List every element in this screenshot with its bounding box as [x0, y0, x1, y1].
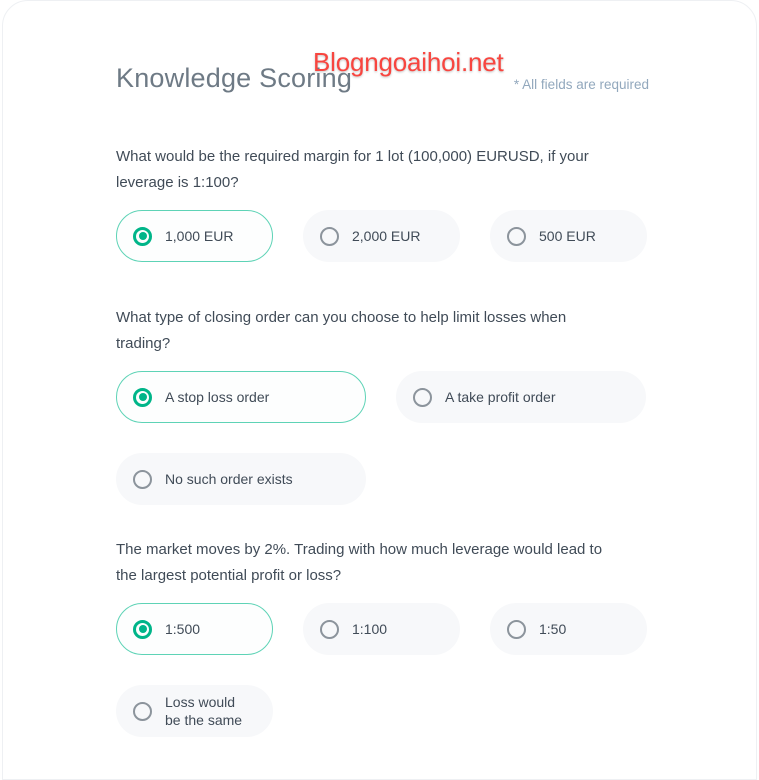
option-1-2[interactable]: 2,000 EUR — [303, 210, 460, 262]
question-text-2: What type of closing order can you choos… — [116, 309, 567, 352]
option-3-4[interactable]: Loss would be the same — [116, 685, 273, 737]
options-row-1: 1,000 EUR 2,000 EUR 500 EUR — [116, 210, 656, 262]
option-1-1[interactable]: 1,000 EUR — [116, 210, 273, 262]
option-label: 1,000 EUR — [165, 228, 234, 244]
option-label: 1:100 — [352, 621, 388, 637]
required-fields-note: * All fields are required — [513, 77, 649, 92]
question-block-3: The market moves by 2%. Trading with how… — [116, 537, 656, 737]
options-row-2: A stop loss order A take profit order No… — [116, 371, 656, 505]
radio-unselected-icon[interactable] — [133, 469, 152, 489]
option-3-2[interactable]: 1:100 — [303, 603, 460, 655]
radio-selected-icon[interactable] — [133, 619, 152, 639]
option-2-1[interactable]: A stop loss order — [116, 371, 366, 423]
option-label: A take profit order — [445, 389, 556, 405]
radio-selected-icon[interactable] — [133, 226, 152, 246]
radio-unselected-icon[interactable] — [320, 226, 339, 246]
option-1-3[interactable]: 500 EUR — [490, 210, 647, 262]
page-title: Knowledge Scoring — [116, 63, 353, 93]
radio-unselected-icon[interactable] — [413, 387, 432, 407]
option-2-3[interactable]: No such order exists — [116, 453, 366, 505]
option-3-3[interactable]: 1:50 — [490, 603, 647, 655]
option-label: 1:500 — [165, 621, 201, 637]
option-label: A stop loss order — [165, 389, 270, 405]
option-label: Loss would be the same — [165, 694, 243, 728]
radio-unselected-icon[interactable] — [507, 619, 526, 639]
question-text-3: The market moves by 2%. Trading with how… — [116, 541, 603, 584]
radio-unselected-icon[interactable] — [320, 619, 339, 639]
question-block-2: What type of closing order can you choos… — [116, 305, 656, 505]
radio-unselected-icon[interactable] — [133, 701, 152, 721]
option-label: 500 EUR — [539, 228, 596, 244]
option-label: 2,000 EUR — [352, 228, 421, 244]
form-card: Knowledge Scoring * All fields are requi… — [2, 0, 757, 780]
options-row-3: 1:500 1:100 1:50 Loss would be the same — [116, 603, 656, 737]
option-label: 1:50 — [539, 621, 567, 637]
radio-unselected-icon[interactable] — [507, 226, 526, 246]
question-text-1: What would be the required margin for 1 … — [116, 148, 589, 191]
question-block-1: What would be the required margin for 1 … — [116, 144, 656, 262]
option-label: No such order exists — [165, 471, 293, 487]
option-3-1[interactable]: 1:500 — [116, 603, 273, 655]
form-header: Knowledge Scoring * All fields are requi… — [116, 63, 649, 103]
option-2-2[interactable]: A take profit order — [396, 371, 646, 423]
radio-selected-icon[interactable] — [133, 387, 152, 407]
